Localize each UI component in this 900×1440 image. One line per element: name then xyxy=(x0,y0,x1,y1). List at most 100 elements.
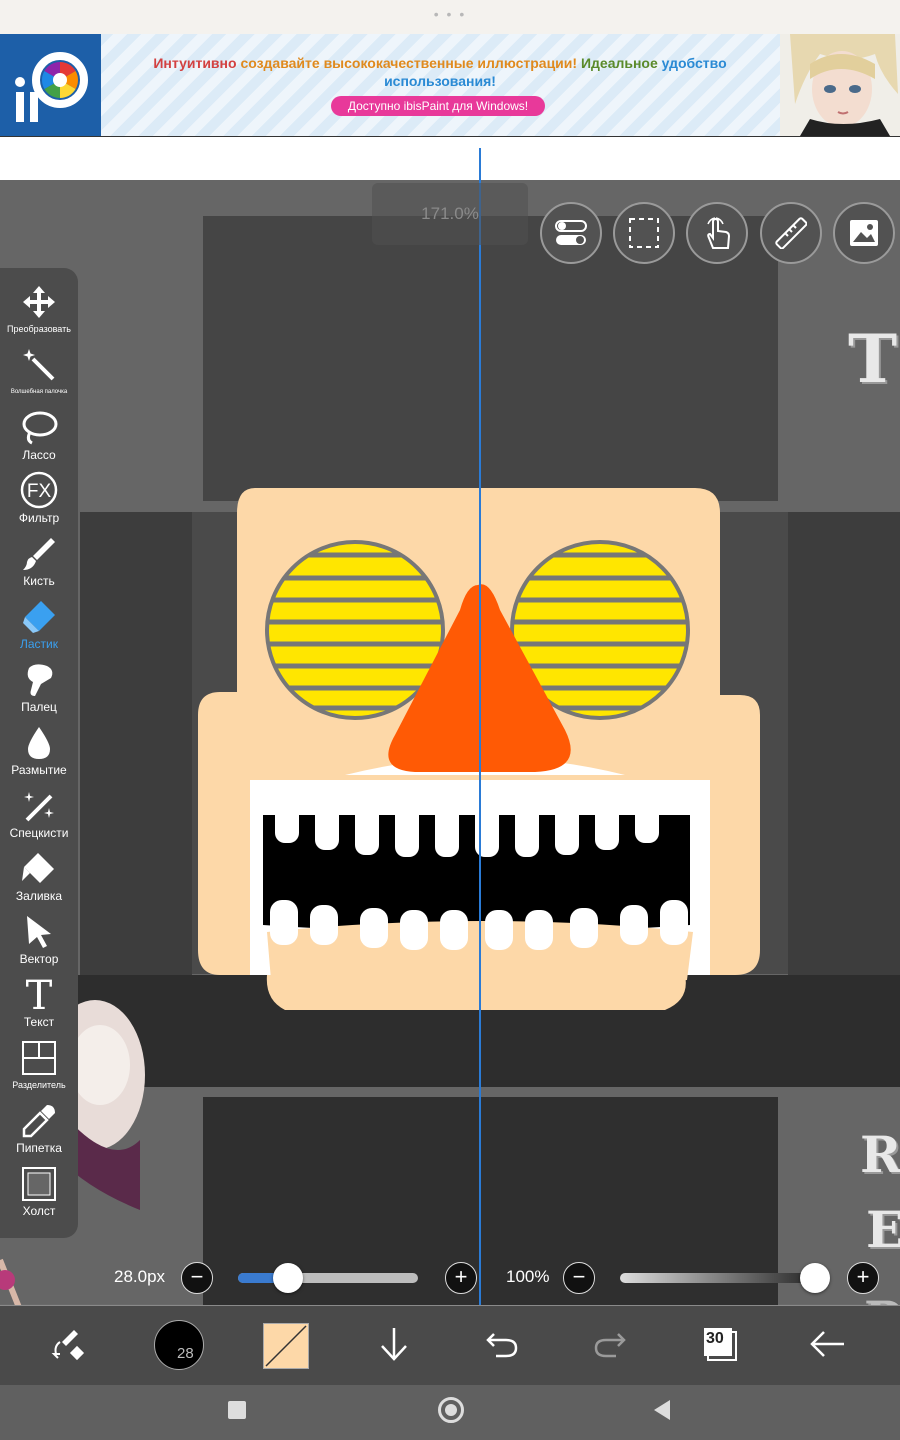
ruler-icon xyxy=(775,217,807,249)
svg-text:T: T xyxy=(26,973,53,1013)
tool-label: Кисть xyxy=(23,574,55,588)
tool-label: Разделитель xyxy=(12,1080,66,1090)
tool-transform[interactable]: Преобразовать xyxy=(0,280,78,337)
tool-label: Спецкисти xyxy=(9,826,69,840)
finger-smudge-icon xyxy=(27,664,53,696)
tool-canvas[interactable]: Холст xyxy=(0,1162,78,1219)
image-icon xyxy=(850,220,878,246)
quick-tools-button[interactable] xyxy=(50,1326,88,1369)
bottom-toolbar: 28 30 xyxy=(0,1305,900,1386)
arrow-down-icon xyxy=(381,1328,407,1361)
background-letter: T xyxy=(848,320,898,398)
tool-fill[interactable]: Заливка xyxy=(0,847,78,904)
undo-button[interactable] xyxy=(484,1328,520,1365)
layers-button[interactable]: 30 xyxy=(700,1324,737,1361)
eraser-icon xyxy=(23,601,55,633)
ad-download-button[interactable]: Доступно ibisPaint для Windows! xyxy=(331,96,545,116)
brush-opacity-increase-button[interactable]: + xyxy=(847,1262,879,1294)
frame-divider-icon xyxy=(22,1041,56,1075)
tool-label: Лассо xyxy=(22,448,56,462)
home-button[interactable] xyxy=(438,1397,464,1423)
hand-pointer-icon xyxy=(707,217,731,249)
ad-headline-part-5: удобство xyxy=(661,55,727,71)
recent-apps-button[interactable] xyxy=(228,1401,246,1419)
undo-icon xyxy=(486,1333,518,1358)
ruler-guide-line[interactable] xyxy=(479,148,481,1440)
tool-blur[interactable]: Размытие xyxy=(0,721,78,778)
tool-label: Текст xyxy=(23,1015,55,1029)
tool-eyedropper[interactable]: Пипетка xyxy=(0,1099,78,1156)
blur-drop-icon xyxy=(28,727,50,759)
tool-brush[interactable]: Кисть xyxy=(0,532,78,589)
tool-lasso[interactable]: Лассо xyxy=(0,406,78,463)
system-back-button[interactable] xyxy=(652,1399,672,1426)
brush-opacity-decrease-button[interactable]: − xyxy=(563,1262,595,1294)
ad-headline-part-4: Идеальное xyxy=(580,55,658,71)
ad-headline-part-2: создавайте xyxy=(240,55,320,71)
layer-down-button[interactable] xyxy=(376,1324,412,1369)
selection-rect-icon xyxy=(629,218,659,248)
triangle-back-icon xyxy=(654,1400,670,1420)
tool-filter[interactable]: FX Фильтр xyxy=(0,469,78,526)
magic-wand-icon xyxy=(23,349,55,381)
tool-vector[interactable]: Вектор xyxy=(0,910,78,967)
color-swatch-brush-button[interactable]: 28 xyxy=(154,1320,204,1370)
background-letter: E xyxy=(866,1200,900,1259)
svg-text:FX: FX xyxy=(27,481,52,502)
brush-size-value: 28.0px xyxy=(114,1267,166,1286)
transparent-slash-icon xyxy=(265,1325,307,1367)
canvas-tile xyxy=(203,216,778,501)
brush-opacity-slider[interactable] xyxy=(620,1273,820,1283)
toggle-icon xyxy=(555,220,587,245)
canvas-header-strip xyxy=(0,136,900,181)
brush-eraser-swap-icon xyxy=(51,1330,85,1361)
secondary-color-button[interactable] xyxy=(263,1323,309,1369)
tool-special-brush[interactable]: Спецкисти xyxy=(0,784,78,841)
fx-icon: FX xyxy=(20,471,58,509)
left-toolbar: Преобразовать Волшебная палочка Лассо FX… xyxy=(0,268,78,1238)
selection-button[interactable] xyxy=(613,202,675,264)
ad-banner[interactable]: Интуитивно создавайте высококачественные… xyxy=(0,29,900,136)
special-brush-icon xyxy=(24,792,54,822)
ad-headline: Интуитивно создавайте высококачественные… xyxy=(130,54,750,90)
tool-label: Холст xyxy=(22,1204,56,1218)
ad-portrait-image xyxy=(780,29,900,136)
redo-icon xyxy=(594,1333,626,1358)
brush-size-slider[interactable] xyxy=(238,1273,418,1283)
tool-label: Размытие xyxy=(11,763,67,777)
brush-size-decrease-button[interactable]: − xyxy=(181,1262,213,1294)
move-arrows-icon xyxy=(23,286,55,318)
tool-label: Заливка xyxy=(15,889,63,903)
tool-eraser[interactable]: Ластик xyxy=(0,595,78,652)
touch-gesture-button[interactable] xyxy=(686,202,748,264)
back-button[interactable] xyxy=(808,1328,846,1365)
brush-opacity-value: 100% xyxy=(506,1267,550,1286)
ad-headline-part-1: Интуитивно xyxy=(153,55,237,71)
tool-text[interactable]: T Текст xyxy=(0,973,78,1030)
tool-label: Пипетка xyxy=(16,1141,62,1155)
brush-opacity-slider-knob[interactable] xyxy=(800,1263,830,1293)
ibispaint-logo xyxy=(0,34,101,136)
tool-label: Ластик xyxy=(20,637,58,651)
background-letter: R xyxy=(860,1125,900,1184)
tool-frame-divider[interactable]: Разделитель xyxy=(0,1036,78,1093)
tool-label: Преобразовать xyxy=(7,324,71,334)
window-handle[interactable]: • • • xyxy=(0,6,900,22)
brush-size-increase-button[interactable]: + xyxy=(445,1262,477,1294)
text-icon: T xyxy=(26,973,53,1013)
toggle-switch-button[interactable] xyxy=(540,202,602,264)
brush-icon xyxy=(23,538,55,570)
tool-label: Фильтр xyxy=(18,511,60,525)
reference-image-button[interactable] xyxy=(833,202,895,264)
canvas-icon xyxy=(22,1167,56,1201)
status-bar: • • • xyxy=(0,0,900,34)
redo-button[interactable] xyxy=(592,1328,628,1365)
tool-label: Вектор xyxy=(19,952,59,966)
vector-arrow-icon xyxy=(27,916,51,948)
tool-smudge[interactable]: Палец xyxy=(0,658,78,715)
tool-magic-wand[interactable]: Волшебная палочка xyxy=(0,343,78,400)
ruler-button[interactable] xyxy=(760,202,822,264)
tool-label: Палец xyxy=(21,700,57,714)
layer-count: 30 xyxy=(706,1330,724,1347)
fill-bucket-icon xyxy=(22,853,54,883)
